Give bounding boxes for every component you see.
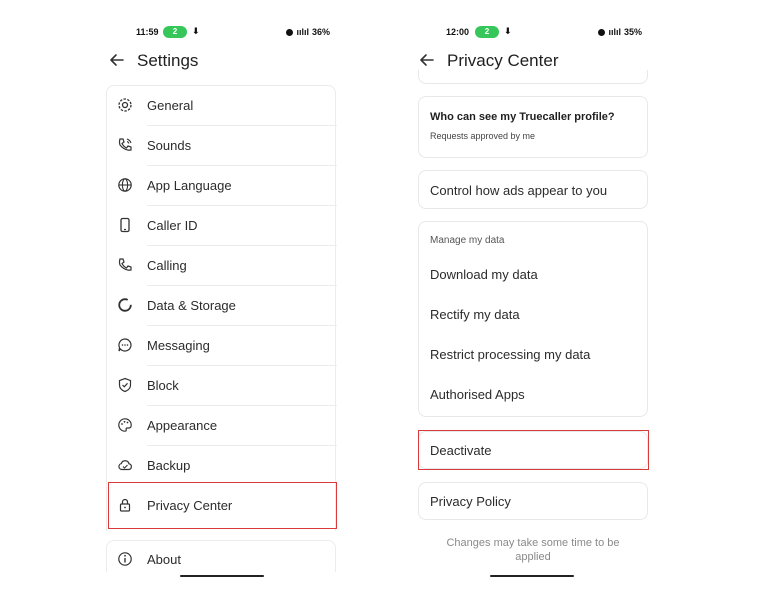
settings-item-sounds[interactable]: Sounds bbox=[107, 126, 337, 166]
settings-item-label: Appearance bbox=[147, 418, 218, 433]
settings-item-label: Block bbox=[147, 378, 179, 393]
settings-item-caller-id[interactable]: Caller ID bbox=[107, 206, 337, 246]
settings-item-app-language[interactable]: App Language bbox=[107, 166, 337, 206]
battery-level: 36% bbox=[311, 27, 330, 37]
settings-item-calling[interactable]: Calling bbox=[107, 246, 337, 286]
settings-item-appearance[interactable]: Appearance bbox=[107, 406, 337, 446]
authorised-apps-item[interactable]: Authorised Apps bbox=[430, 387, 525, 402]
battery-level: 35% bbox=[623, 27, 642, 37]
settings-list: General Sounds App Language Caller ID Ca… bbox=[106, 85, 337, 531]
phone-sound-icon bbox=[118, 138, 132, 151]
rectify-data-item[interactable]: Rectify my data bbox=[430, 307, 520, 322]
profile-visibility-value: Requests approved by me bbox=[430, 131, 536, 141]
settings-item-label: General bbox=[147, 98, 194, 113]
privacy-policy-label: Privacy Policy bbox=[430, 494, 511, 509]
settings-item-general[interactable]: General bbox=[107, 86, 337, 126]
status-dot-icon bbox=[598, 28, 606, 36]
shield-icon bbox=[118, 377, 132, 393]
back-arrow-icon[interactable] bbox=[108, 51, 126, 69]
pie-chart-icon bbox=[118, 298, 132, 312]
settings-screen: 11:59 2 ⬇ ıılıl 36% Settings General Sou… bbox=[100, 0, 344, 600]
profile-visibility-title: Who can see my Truecaller profile? bbox=[430, 111, 615, 123]
globe-icon bbox=[118, 178, 132, 192]
signal-icon: ıılıl bbox=[296, 27, 309, 37]
notification-pill: 2 bbox=[163, 26, 187, 38]
signal-icon: ıılıl bbox=[608, 27, 621, 37]
ads-label: Control how ads appear to you bbox=[430, 183, 608, 198]
settings-item-label: Caller ID bbox=[147, 218, 198, 233]
ads-card[interactable]: Control how ads appear to you bbox=[418, 170, 648, 209]
cloud-icon bbox=[118, 460, 132, 471]
scrolled-card-edge bbox=[418, 70, 648, 84]
home-indicator[interactable] bbox=[490, 575, 574, 577]
download-data-item[interactable]: Download my data bbox=[430, 267, 538, 282]
status-time: 11:59 bbox=[136, 27, 159, 37]
page-title: Privacy Center bbox=[447, 51, 559, 70]
back-arrow-icon[interactable] bbox=[418, 51, 436, 69]
phone-device-icon bbox=[120, 217, 130, 233]
restrict-processing-item[interactable]: Restrict processing my data bbox=[430, 347, 590, 362]
settings-item-block[interactable]: Block bbox=[107, 366, 337, 406]
privacy-center-highlight bbox=[108, 482, 337, 529]
download-icon: ⬇ bbox=[504, 26, 512, 36]
settings-item-messaging[interactable]: Messaging bbox=[107, 326, 337, 366]
status-time: 12:00 bbox=[446, 27, 470, 37]
settings-item-label: Data & Storage bbox=[147, 298, 236, 313]
profile-visibility-card[interactable]: Who can see my Truecaller profile? Reque… bbox=[418, 96, 648, 158]
manage-data-header: Manage my data bbox=[430, 235, 505, 246]
changes-notice: Changes may take some time to be applied bbox=[446, 537, 620, 563]
privacy-policy-card[interactable]: Privacy Policy bbox=[418, 482, 648, 520]
message-icon bbox=[118, 338, 132, 352]
about-label: About bbox=[147, 552, 181, 567]
manage-data-card: Manage my data Download my data Rectify … bbox=[418, 221, 648, 417]
home-indicator[interactable] bbox=[180, 575, 264, 577]
about-card[interactable]: About bbox=[106, 540, 336, 572]
info-icon bbox=[118, 552, 132, 566]
settings-item-label: Calling bbox=[147, 258, 187, 273]
notification-pill: 2 bbox=[475, 26, 499, 38]
status-dot-icon bbox=[286, 28, 294, 36]
phone-icon bbox=[118, 258, 132, 271]
palette-icon bbox=[118, 418, 132, 432]
settings-item-label: Sounds bbox=[147, 138, 192, 153]
deactivate-highlight bbox=[418, 430, 649, 470]
settings-item-label: Messaging bbox=[147, 338, 210, 353]
settings-item-label: App Language bbox=[147, 178, 232, 193]
settings-item-label: Backup bbox=[147, 458, 191, 473]
settings-item-backup[interactable]: Backup bbox=[107, 446, 337, 486]
privacy-center-screen: 12:00 2 ⬇ ıılıl 35% Privacy Center Who c… bbox=[410, 0, 656, 600]
page-title: Settings bbox=[137, 51, 199, 70]
app-bar: Settings bbox=[100, 48, 344, 74]
gear-icon bbox=[118, 98, 132, 112]
status-bar: 12:00 2 ⬇ ıılıl 35% bbox=[410, 26, 656, 40]
settings-item-data-storage[interactable]: Data & Storage bbox=[107, 286, 337, 326]
status-bar: 11:59 2 ⬇ ıılıl 36% bbox=[100, 26, 344, 40]
download-icon: ⬇ bbox=[192, 26, 200, 36]
